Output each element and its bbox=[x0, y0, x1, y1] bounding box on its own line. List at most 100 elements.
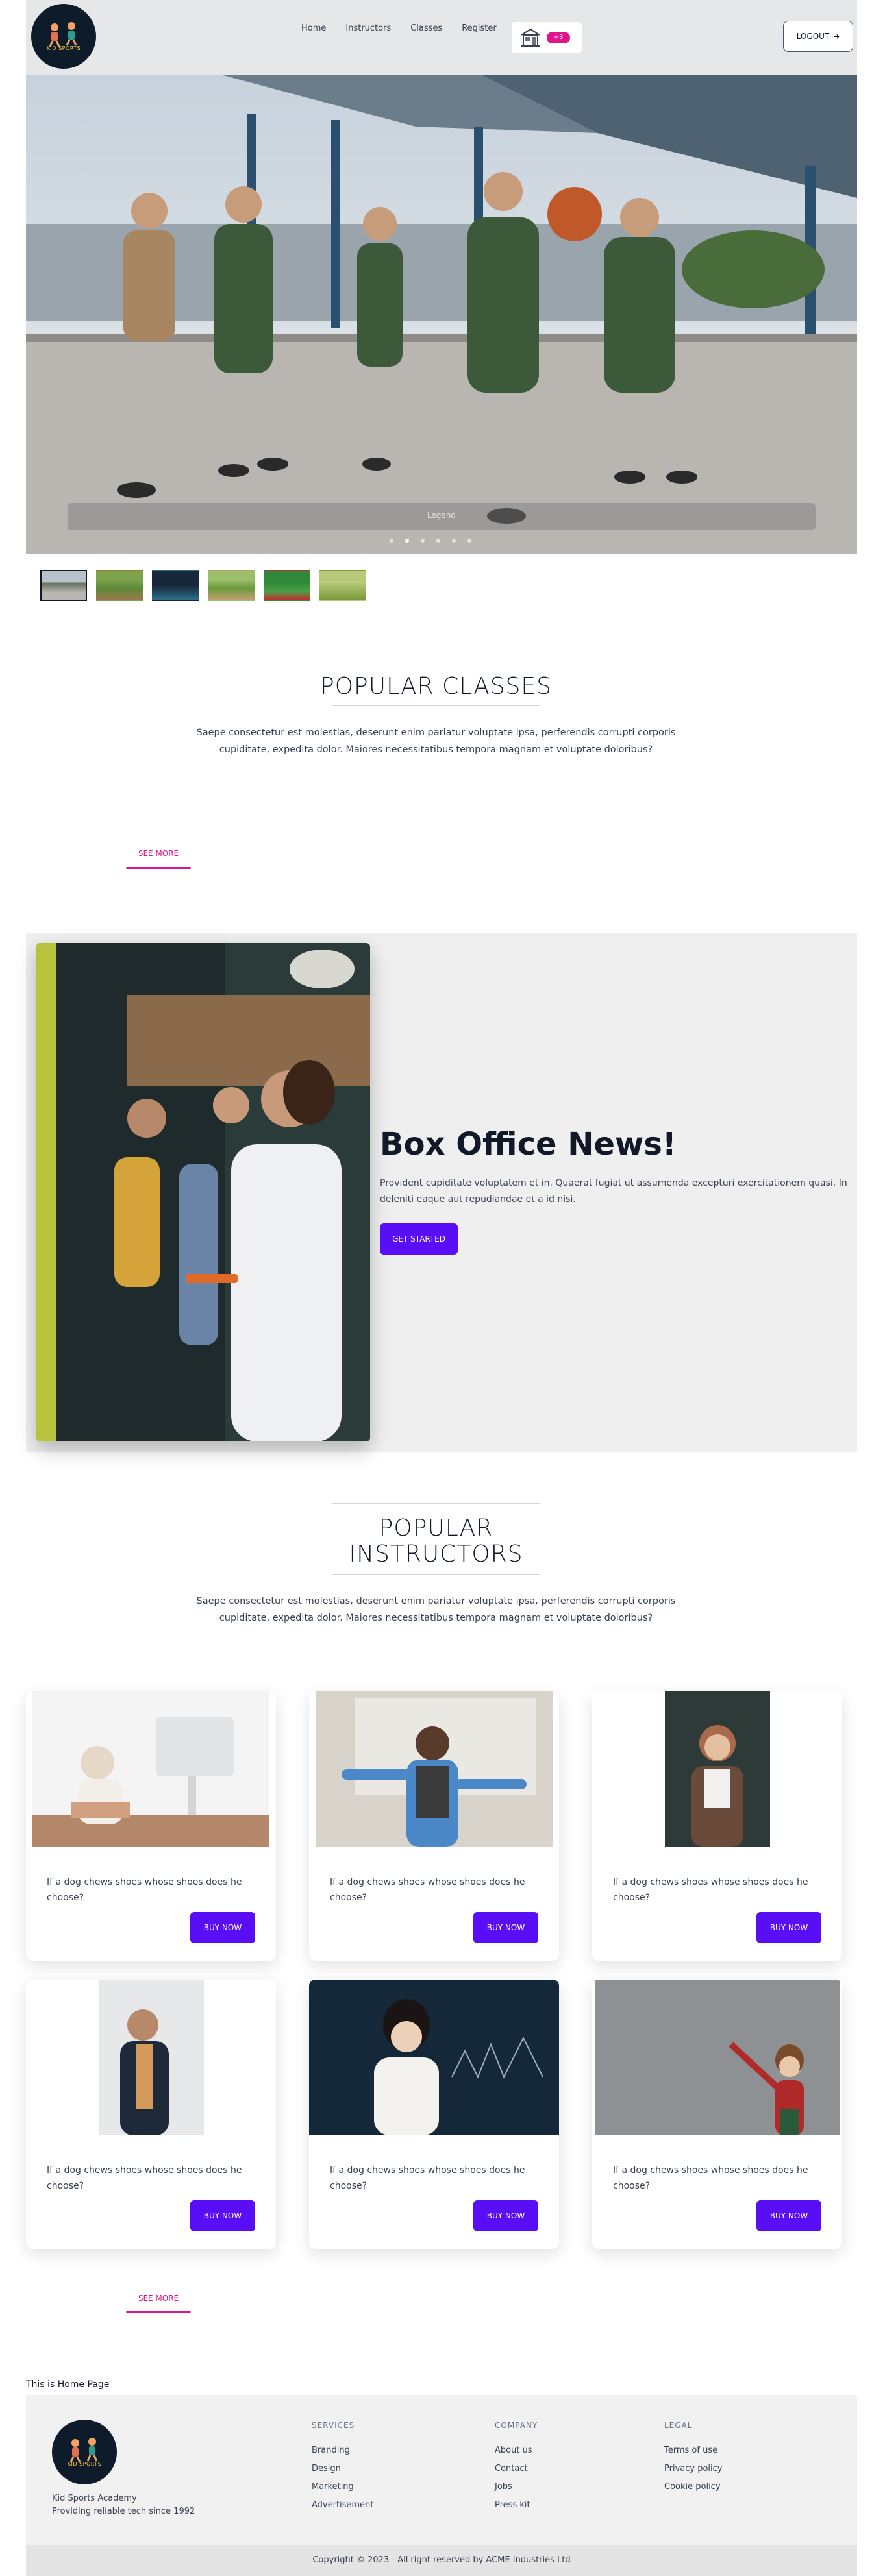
popular-instructors-description: Saepe consectetur est molestias, deserun… bbox=[196, 1596, 676, 1623]
instructor-card: If a dog chews shoes whose shoes does he… bbox=[592, 1691, 842, 1961]
hero-carousel[interactable]: Legend bbox=[26, 75, 857, 554]
instructor-photo bbox=[32, 1980, 269, 2135]
footer-link-about[interactable]: About us bbox=[495, 2442, 538, 2460]
logo[interactable]: KID SPORTS bbox=[31, 4, 96, 69]
copyright: Copyright © 2023 - All right reserved by… bbox=[26, 2545, 857, 2576]
instructor-card-text: If a dog chews shoes whose shoes does he… bbox=[613, 2165, 808, 2191]
buy-now-button[interactable]: BUY NOW bbox=[473, 1912, 538, 1943]
cart-count-badge: +8 bbox=[547, 32, 570, 43]
footer-logo[interactable]: KID SPORTS bbox=[52, 2420, 117, 2484]
footer-link-terms[interactable]: Terms of use bbox=[664, 2442, 722, 2460]
instructors-see-more-link[interactable]: SEE MORE bbox=[126, 2294, 191, 2303]
see-more-underline bbox=[126, 867, 191, 869]
buy-now-button[interactable]: BUY NOW bbox=[756, 2200, 821, 2231]
section-divider bbox=[332, 1503, 540, 1504]
instructor-card: If a dog chews shoes whose shoes does he… bbox=[309, 1980, 559, 2249]
nav-link-instructors[interactable]: Instructors bbox=[345, 23, 391, 33]
teacher-photo bbox=[36, 943, 370, 1441]
nav-links: Home Instructors Classes Register bbox=[301, 23, 497, 33]
classes-see-more-link[interactable]: SEE MORE bbox=[126, 849, 191, 858]
page-label: This is Home Page bbox=[26, 2379, 110, 2390]
footer-company-title: COMPANY bbox=[495, 2421, 538, 2430]
footer-logo-text: KID SPORTS bbox=[67, 2461, 102, 2467]
hero-dots bbox=[390, 539, 471, 543]
popular-classes-title: POPULAR CLASSES bbox=[319, 673, 553, 700]
instructor-card: If a dog chews shoes whose shoes does he… bbox=[26, 1691, 276, 1961]
footer: KID SPORTS Kid Sports Academy Providing … bbox=[26, 2395, 857, 2545]
footer-link-cookie[interactable]: Cookie policy bbox=[664, 2478, 722, 2496]
hero-image bbox=[26, 75, 857, 554]
footer-link-advertisement[interactable]: Advertisement bbox=[312, 2496, 373, 2514]
section-divider bbox=[332, 705, 540, 706]
instructor-card-text: If a dog chews shoes whose shoes does he… bbox=[47, 1877, 242, 1903]
popular-instructors-header: POPULAR INSTRUCTORS bbox=[0, 1503, 872, 1575]
popular-instructors-title-line1: POPULAR bbox=[379, 1515, 493, 1541]
footer-legal: LEGAL Terms of use Privacy policy Cookie… bbox=[664, 2421, 722, 2496]
footer-brand-name: Kid Sports Academy bbox=[52, 2494, 137, 2503]
footer-tagline: Providing reliable tech since 1992 bbox=[52, 2507, 195, 2516]
carousel-dot[interactable] bbox=[452, 539, 456, 543]
footer-link-branding[interactable]: Branding bbox=[312, 2442, 373, 2460]
carousel-dot[interactable] bbox=[390, 539, 393, 543]
popular-classes-description: Saepe consectetur est molestias, deserun… bbox=[196, 728, 676, 755]
popular-classes-header: POPULAR CLASSES bbox=[0, 672, 872, 706]
footer-link-jobs[interactable]: Jobs bbox=[495, 2478, 538, 2496]
buy-now-button[interactable]: BUY NOW bbox=[473, 2200, 538, 2231]
buy-now-button[interactable]: BUY NOW bbox=[190, 1912, 255, 1943]
footer-services: SERVICES Branding Design Marketing Adver… bbox=[312, 2421, 373, 2514]
box-office-title: Box Office News! bbox=[380, 1126, 677, 1162]
logout-label: LOGOUT bbox=[796, 32, 830, 41]
instructor-photo bbox=[316, 1691, 553, 1847]
instructor-card: If a dog chews shoes whose shoes does he… bbox=[309, 1691, 559, 1961]
instructor-photo bbox=[309, 1980, 559, 2135]
instructor-photo bbox=[32, 1691, 269, 1847]
thumbnail[interactable] bbox=[40, 570, 87, 601]
footer-services-title: SERVICES bbox=[312, 2421, 355, 2430]
nav-link-home[interactable]: Home bbox=[301, 23, 326, 33]
carousel-dot[interactable] bbox=[436, 539, 440, 543]
footer-link-marketing[interactable]: Marketing bbox=[312, 2478, 373, 2496]
thumbnail[interactable] bbox=[208, 570, 255, 601]
box-office-section: Box Office News! Provident cupiditate vo… bbox=[26, 933, 857, 1452]
footer-link-design[interactable]: Design bbox=[312, 2460, 373, 2478]
thumbnail[interactable] bbox=[152, 570, 199, 601]
instructor-card: If a dog chews shoes whose shoes does he… bbox=[592, 1980, 842, 2249]
footer-company: COMPANY About us Contact Jobs Press kit bbox=[495, 2421, 538, 2514]
buy-now-button[interactable]: BUY NOW bbox=[756, 1912, 821, 1943]
instructor-card: If a dog chews shoes whose shoes does he… bbox=[26, 1980, 276, 2249]
store-icon bbox=[521, 28, 540, 47]
footer-link-privacy[interactable]: Privacy policy bbox=[664, 2460, 722, 2478]
logo-text: KID SPORTS bbox=[46, 45, 81, 51]
get-started-button[interactable]: GET STARTED bbox=[380, 1223, 458, 1255]
arrow-right-icon: ➜ bbox=[833, 32, 840, 41]
instructor-photo bbox=[599, 1691, 836, 1847]
carousel-thumbnails bbox=[40, 570, 366, 601]
footer-link-press-kit[interactable]: Press kit bbox=[495, 2496, 538, 2514]
footer-link-contact[interactable]: Contact bbox=[495, 2460, 538, 2478]
popular-instructors-title-line2: INSTRUCTORS bbox=[349, 1541, 523, 1567]
thumbnail[interactable] bbox=[96, 570, 143, 601]
section-divider bbox=[332, 1574, 540, 1575]
box-office-text: Provident cupiditate voluptatem et in. Q… bbox=[380, 1178, 847, 1205]
footer-legal-title: LEGAL bbox=[664, 2421, 693, 2430]
instructor-card-text: If a dog chews shoes whose shoes does he… bbox=[330, 1877, 525, 1903]
see-more-underline bbox=[126, 2311, 191, 2313]
thumbnail[interactable] bbox=[319, 570, 366, 601]
nav-link-classes[interactable]: Classes bbox=[410, 23, 442, 33]
footer-brand: Kid Sports Academy Providing reliable te… bbox=[52, 2492, 195, 2518]
thumbnail[interactable] bbox=[264, 570, 310, 601]
cart-button[interactable]: +8 bbox=[512, 22, 582, 53]
carousel-dot[interactable] bbox=[421, 539, 425, 543]
logout-button[interactable]: LOGOUT ➜ bbox=[783, 21, 853, 52]
nav-link-register[interactable]: Register bbox=[462, 23, 497, 33]
buy-now-button[interactable]: BUY NOW bbox=[190, 2200, 255, 2231]
box-office-image bbox=[36, 943, 370, 1441]
kids-logo-icon bbox=[49, 22, 77, 47]
carousel-dot-active[interactable] bbox=[405, 539, 409, 543]
carousel-dot[interactable] bbox=[467, 539, 471, 543]
navbar: KID SPORTS Home Instructors Classes Regi… bbox=[26, 0, 857, 75]
kids-logo-icon bbox=[69, 2438, 98, 2463]
hero-caption-text: Legend bbox=[427, 511, 456, 520]
instructor-card-text: If a dog chews shoes whose shoes does he… bbox=[47, 2165, 242, 2191]
instructor-card-text: If a dog chews shoes whose shoes does he… bbox=[613, 1877, 808, 1903]
